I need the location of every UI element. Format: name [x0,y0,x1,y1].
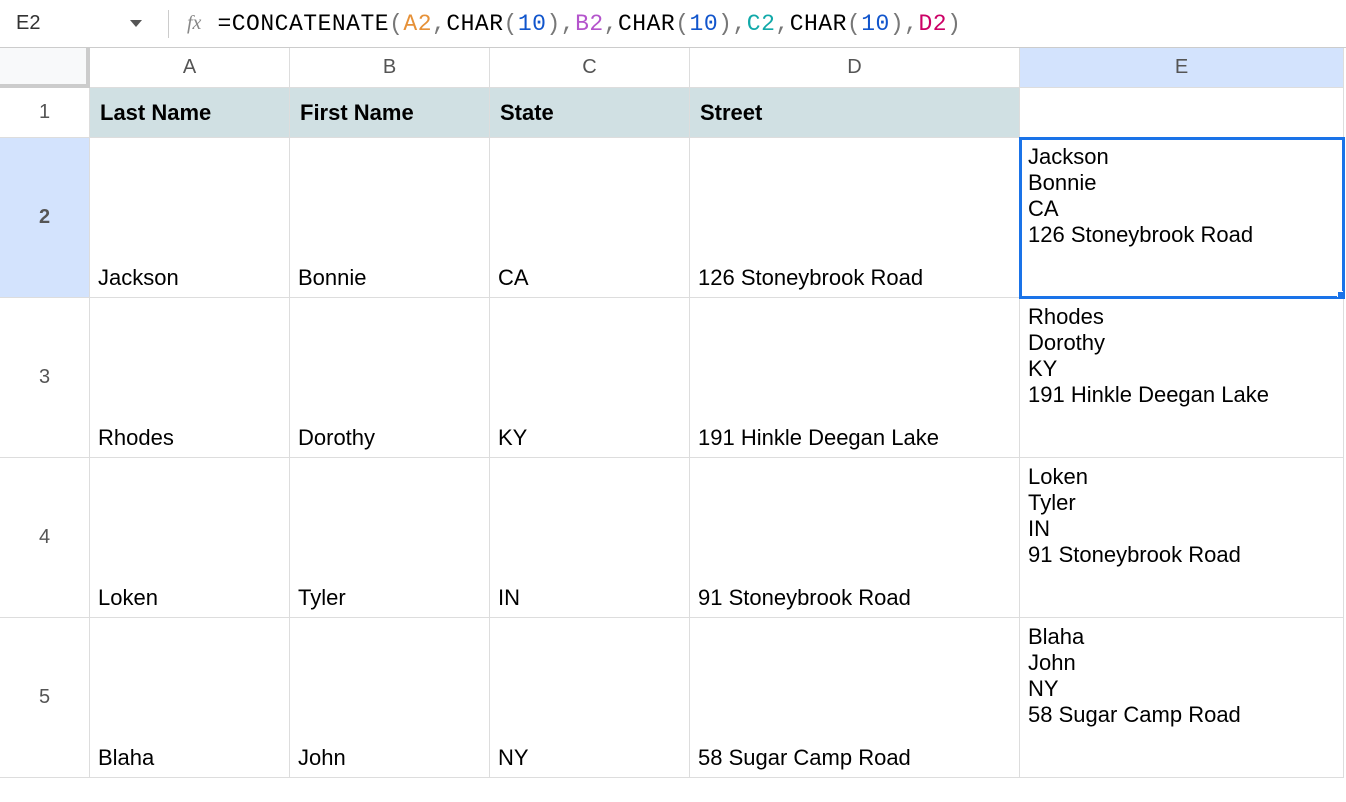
formula-ref-b2: B2 [575,11,604,37]
row-header-3[interactable]: 3 [0,298,90,458]
formula-ref-a2: A2 [403,11,432,37]
cell-d3[interactable]: 191 Hinkle Deegan Lake [690,298,1020,458]
fx-icon[interactable]: fx [187,12,201,35]
cell-b5[interactable]: John [290,618,490,778]
row-header-4[interactable]: 4 [0,458,90,618]
formula-close: ) [947,11,961,37]
row-header-5[interactable]: 5 [0,618,90,778]
cell-a4[interactable]: Loken [90,458,290,618]
header-street[interactable]: Street [690,88,1020,138]
col-header-e[interactable]: E [1020,48,1344,88]
cell-e2[interactable]: Jackson Bonnie CA 126 Stoneybrook Road [1020,138,1344,298]
name-box-value: E2 [16,12,40,35]
cell-b4[interactable]: Tyler [290,458,490,618]
divider [168,10,169,38]
cell-d2[interactable]: 126 Stoneybrook Road [690,138,1020,298]
formula-input[interactable]: =CONCATENATE(A2,CHAR(10),B2,CHAR(10),C2,… [217,11,961,37]
formula-ref-d2: D2 [918,11,947,37]
col-header-a[interactable]: A [90,48,290,88]
cell-a2[interactable]: Jackson [90,138,290,298]
cell-c2[interactable]: CA [490,138,690,298]
select-all-corner[interactable] [0,48,90,88]
header-state[interactable]: State [490,88,690,138]
cell-c5[interactable]: NY [490,618,690,778]
row-header-1[interactable]: 1 [0,88,90,138]
cell-e1[interactable] [1020,88,1344,138]
spreadsheet-grid: A B C D E 1 Last Name First Name State S… [0,48,1346,778]
formula-open: ( [389,11,403,37]
col-header-c[interactable]: C [490,48,690,88]
row-header-2[interactable]: 2 [0,138,90,298]
cell-c4[interactable]: IN [490,458,690,618]
cell-b2[interactable]: Bonnie [290,138,490,298]
formula-eq: = [217,11,231,37]
cell-b3[interactable]: Dorothy [290,298,490,458]
col-header-d[interactable]: D [690,48,1020,88]
cell-e3[interactable]: Rhodes Dorothy KY 191 Hinkle Deegan Lake [1020,298,1344,458]
cell-a3[interactable]: Rhodes [90,298,290,458]
cell-d4[interactable]: 91 Stoneybrook Road [690,458,1020,618]
header-first-name[interactable]: First Name [290,88,490,138]
cell-e4[interactable]: Loken Tyler IN 91 Stoneybrook Road [1020,458,1344,618]
cell-a5[interactable]: Blaha [90,618,290,778]
header-last-name[interactable]: Last Name [90,88,290,138]
col-header-b[interactable]: B [290,48,490,88]
formula-func1: CONCATENATE [232,11,389,37]
chevron-down-icon[interactable] [130,20,142,27]
formula-bar: E2 fx =CONCATENATE(A2,CHAR(10),B2,CHAR(1… [0,0,1346,48]
cell-e5[interactable]: Blaha John NY 58 Sugar Camp Road [1020,618,1344,778]
name-box[interactable]: E2 [10,12,150,35]
cell-d5[interactable]: 58 Sugar Camp Road [690,618,1020,778]
cell-c3[interactable]: KY [490,298,690,458]
formula-ref-c2: C2 [747,11,776,37]
